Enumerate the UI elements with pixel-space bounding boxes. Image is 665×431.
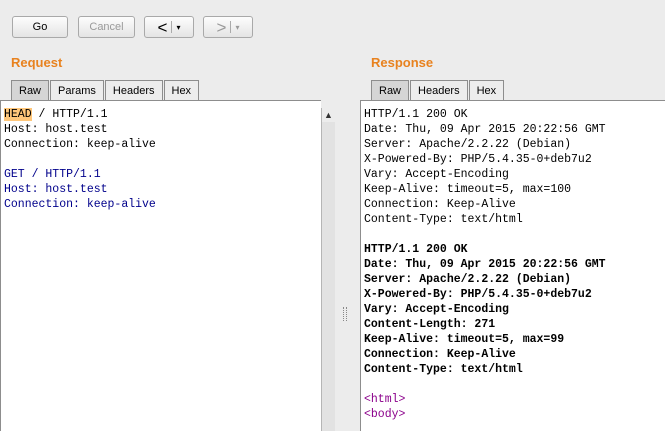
request-line: Host: host.test xyxy=(4,182,321,197)
response-tab-headers[interactable]: Headers xyxy=(410,80,468,100)
response-line-segment: Keep-Alive: timeout=5, max=99 xyxy=(364,333,565,346)
request-title: Request xyxy=(11,55,63,70)
request-line-segment: Connection: keep-alive xyxy=(4,138,156,151)
response-line-segment: <body> xyxy=(364,408,406,421)
response-line-segment: Content-Type: text/html xyxy=(364,363,523,376)
request-editor[interactable]: HEAD / HTTP/1.1 Host: host.test Connection… xyxy=(0,100,321,431)
request-line xyxy=(4,152,321,167)
response-line-segment: <html> xyxy=(364,393,406,406)
response-line: Content-Type: text/html xyxy=(364,362,665,377)
response-line: <html> xyxy=(364,392,665,407)
cancel-button[interactable]: Cancel xyxy=(78,16,135,38)
request-line: Connection: keep-alive xyxy=(4,137,321,152)
button-separator xyxy=(230,21,232,33)
response-line: X-Powered-By: PHP/5.4.35-0+deb7u2 xyxy=(364,287,665,302)
response-tabs: Raw Headers Hex xyxy=(371,80,505,100)
pane-divider[interactable] xyxy=(341,42,348,431)
request-line-segment: Connection: keep-alive xyxy=(4,198,156,211)
response-line xyxy=(364,227,665,242)
request-tab-raw[interactable]: Raw xyxy=(11,80,50,100)
response-line-segment: Date: Thu, 09 Apr 2015 20:22:56 GMT xyxy=(364,258,606,271)
request-line-segment: GET / HTTP/1.1 xyxy=(4,168,101,181)
request-line: GET / HTTP/1.1 xyxy=(4,167,321,182)
request-scrollbar[interactable]: ▲ xyxy=(321,108,335,431)
response-viewer[interactable]: HTTP/1.1 200 OK Date: Thu, 09 Apr 2015 20… xyxy=(360,100,665,431)
response-line-segment: Connection: Keep-Alive xyxy=(364,348,516,361)
response-line-segment: HTTP/1.1 200 OK xyxy=(364,243,468,256)
response-line-segment: Server: Apache/2.2.22 (Debian) xyxy=(364,273,572,286)
response-line: <body> xyxy=(364,407,665,422)
go-button-label: Go xyxy=(32,21,48,33)
response-line-segment: X-Powered-By: PHP/5.4.35-0+deb7u2 xyxy=(364,153,592,166)
response-line-segment: HTTP/1.1 200 OK xyxy=(364,108,468,121)
request-line-segment: Host: host.test xyxy=(4,123,108,136)
response-line: Content-Type: text/html xyxy=(364,212,665,227)
response-line xyxy=(364,377,665,392)
response-line-segment: Server: Apache/2.2.22 (Debian) xyxy=(364,138,572,151)
request-text[interactable]: HEAD / HTTP/1.1 Host: host.test Connection… xyxy=(1,101,321,212)
response-line: Date: Thu, 09 Apr 2015 20:22:56 GMT xyxy=(364,257,665,272)
response-line: Content-Length: 271 xyxy=(364,317,665,332)
response-line-segment: X-Powered-By: PHP/5.4.35-0+deb7u2 xyxy=(364,288,592,301)
response-line-segment: Content-Type: text/html xyxy=(364,213,523,226)
chevron-right-icon: > xyxy=(216,17,227,37)
caret-down-icon[interactable]: ▾ xyxy=(235,23,239,32)
forward-button[interactable]: > ▾ xyxy=(203,16,253,38)
request-line: HEAD / HTTP/1.1 xyxy=(4,107,321,122)
response-line: Server: Apache/2.2.22 (Debian) xyxy=(364,272,665,287)
response-line-segment: Date: Thu, 09 Apr 2015 20:22:56 GMT xyxy=(364,123,606,136)
response-line: Connection: Keep-Alive xyxy=(364,347,665,362)
response-text[interactable]: HTTP/1.1 200 OK Date: Thu, 09 Apr 2015 20… xyxy=(361,101,665,422)
request-line: Connection: keep-alive xyxy=(4,197,321,212)
back-button[interactable]: < ▾ xyxy=(144,16,194,38)
go-button[interactable]: Go xyxy=(12,16,68,38)
response-line-segment: Content-Length: 271 xyxy=(364,318,496,331)
response-line: Keep-Alive: timeout=5, max=100 xyxy=(364,182,665,197)
response-title: Response xyxy=(371,55,434,70)
request-tabs: Raw Params Headers Hex xyxy=(11,80,200,100)
response-line: Vary: Accept-Encoding xyxy=(364,302,665,317)
cancel-button-label: Cancel xyxy=(89,21,124,33)
response-line-segment: Connection: Keep-Alive xyxy=(364,198,516,211)
response-line: Date: Thu, 09 Apr 2015 20:22:56 GMT xyxy=(364,122,665,137)
chevron-left-icon: < xyxy=(157,17,168,37)
request-line: Host: host.test xyxy=(4,122,321,137)
request-line-segment: / HTTP/1.1 xyxy=(31,108,108,121)
response-line: Vary: Accept-Encoding xyxy=(364,167,665,182)
response-line: X-Powered-By: PHP/5.4.35-0+deb7u2 xyxy=(364,152,665,167)
request-line-segment: Host: host.test xyxy=(4,183,108,196)
caret-down-icon[interactable]: ▾ xyxy=(176,23,180,32)
response-line-segment: Vary: Accept-Encoding xyxy=(364,303,509,316)
response-line: HTTP/1.1 200 OK xyxy=(364,242,665,257)
response-line-segment: Vary: Accept-Encoding xyxy=(364,168,509,181)
response-line: Keep-Alive: timeout=5, max=99 xyxy=(364,332,665,347)
arrow-up-icon[interactable]: ▲ xyxy=(322,108,335,122)
request-tab-headers[interactable]: Headers xyxy=(104,80,163,100)
button-separator xyxy=(171,21,173,33)
response-tab-raw[interactable]: Raw xyxy=(371,80,410,100)
response-line: HTTP/1.1 200 OK xyxy=(364,107,665,122)
response-tab-hex[interactable]: Hex xyxy=(468,80,505,100)
response-line: Server: Apache/2.2.22 (Debian) xyxy=(364,137,665,152)
drag-handle-icon[interactable] xyxy=(343,307,347,321)
response-line-segment: Keep-Alive: timeout=5, max=100 xyxy=(364,183,572,196)
request-tab-hex[interactable]: Hex xyxy=(163,80,200,100)
request-tab-params[interactable]: Params xyxy=(50,80,104,100)
response-line: Connection: Keep-Alive xyxy=(364,197,665,212)
request-line-segment: HEAD xyxy=(4,108,32,121)
